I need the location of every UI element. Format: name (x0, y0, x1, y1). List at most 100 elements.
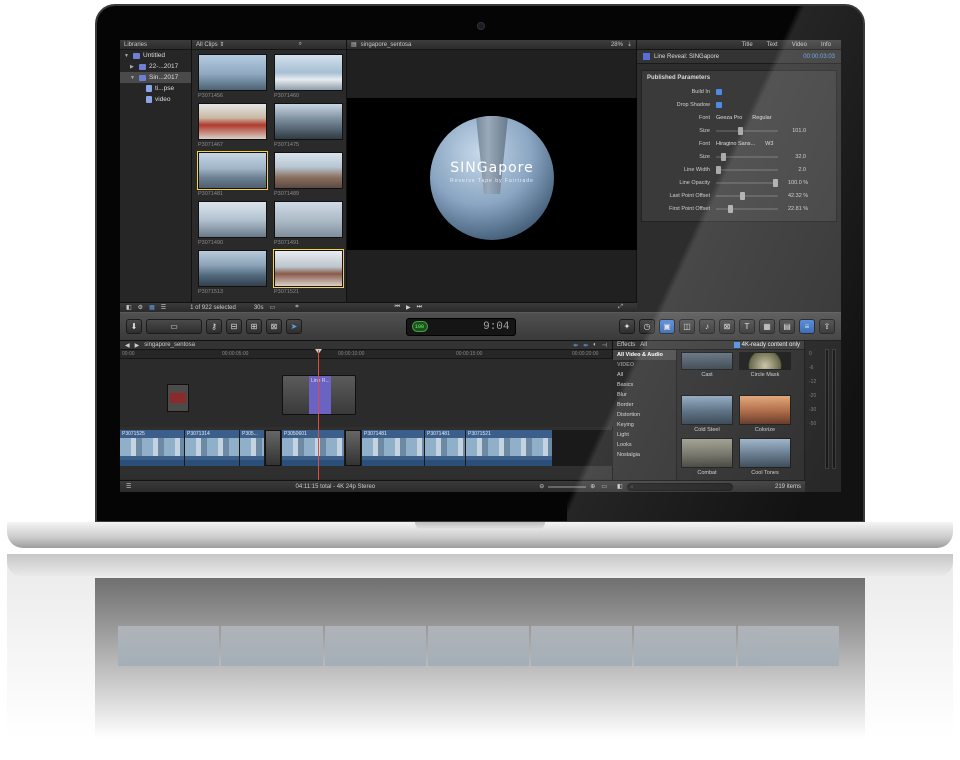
insert-button[interactable]: ⊞ (246, 319, 262, 334)
transform-icon[interactable]: ⌗ (295, 304, 298, 311)
font-style-select[interactable]: Regular (752, 115, 771, 121)
transitions-browser-button[interactable]: ⊠ (719, 319, 735, 334)
connect-button[interactable]: ⊟ (226, 319, 242, 334)
last-point-slider[interactable] (716, 191, 778, 200)
slider-knob[interactable] (773, 178, 778, 187)
param-value[interactable]: 42.32 % (788, 193, 808, 199)
play-icon[interactable]: ▶ (406, 304, 411, 311)
param-value[interactable]: 101.0 (788, 128, 806, 134)
param-value[interactable]: 32.0 (788, 154, 806, 160)
category-nostalgia[interactable]: Nostalgia (613, 450, 676, 460)
zoom-in-icon[interactable]: ⊕ (590, 483, 595, 490)
transition[interactable] (345, 430, 361, 466)
list-view-icon[interactable]: ☰ (161, 304, 166, 311)
skimming-icon[interactable]: ⇹ (573, 342, 578, 349)
font-family-select[interactable]: Hiragino Sans... (716, 141, 755, 147)
audio-skimming-icon[interactable]: ⇹ (583, 342, 588, 349)
clip-thumbnail[interactable]: P3071491 (274, 201, 343, 250)
storyline-clip[interactable]: P3071481 (362, 430, 424, 466)
tab-video[interactable]: Video (792, 42, 807, 48)
effects-scope-all[interactable]: All (640, 342, 647, 348)
category-border[interactable]: Border (613, 400, 676, 410)
clip-thumbnail[interactable]: P3071521 (273, 249, 344, 299)
transition[interactable] (265, 430, 281, 466)
effects-browser-button[interactable]: ▣ (659, 319, 675, 334)
next-frame-icon[interactable]: ⏭ (417, 304, 422, 311)
param-value[interactable]: 100.0 % (788, 180, 808, 186)
slider-knob[interactable] (721, 152, 726, 161)
slider-knob[interactable] (716, 165, 721, 174)
library-item-project[interactable]: ti...pse (120, 83, 191, 94)
category-looks[interactable]: Looks (613, 440, 676, 450)
clips-filter-menu[interactable]: All Clips ⇕ (196, 41, 224, 48)
zoom-slider[interactable] (548, 485, 587, 488)
filmstrip-view-icon[interactable]: ▦ (149, 304, 155, 311)
slider-knob[interactable] (740, 191, 745, 200)
slider-knob[interactable] (738, 126, 743, 135)
storyline-clip[interactable]: P3071314 (185, 430, 239, 466)
param-value[interactable]: 2.0 (788, 167, 806, 173)
effect-item[interactable]: Cast (681, 352, 733, 395)
edit-mode-button[interactable]: ▭ (146, 319, 202, 334)
category-all[interactable]: All (613, 370, 676, 380)
append-button[interactable]: ⊠ (266, 319, 282, 334)
storyline-clip[interactable]: P3071525 (120, 430, 184, 466)
line-opacity-slider[interactable] (716, 178, 778, 187)
fullscreen-icon[interactable]: ⤢ (618, 304, 623, 311)
drop-shadow-checkbox[interactable] (716, 101, 722, 108)
disclosure-open-icon[interactable]: ▼ (124, 53, 130, 59)
clip-thumbnail[interactable]: P3071467 (198, 103, 267, 152)
clip-thumbnail[interactable]: P3071489 (274, 152, 343, 201)
category-light[interactable]: Light (613, 430, 676, 440)
category-blur[interactable]: Blur (613, 390, 676, 400)
storyline-clip[interactable]: P305... (240, 430, 264, 466)
filter-icon[interactable]: ▭ (270, 304, 276, 311)
clip-thumbnail[interactable]: P3071490 (198, 201, 267, 250)
tab-title[interactable]: Title (742, 42, 753, 48)
select-tool-button[interactable]: ➤ (286, 319, 302, 334)
slider-knob[interactable] (728, 204, 733, 213)
previous-frame-icon[interactable]: ⏮ (395, 304, 400, 311)
sidebar-toggle-icon[interactable]: ◧ (617, 483, 623, 490)
photos-browser-button[interactable]: ◫ (679, 319, 695, 334)
zoom-menu[interactable]: 28% (611, 42, 623, 48)
fourk-filter[interactable]: 4K-ready content only (733, 342, 800, 348)
share-button[interactable]: ⇪ (819, 319, 835, 334)
category-all-video-audio[interactable]: All Video & Audio (613, 350, 676, 360)
library-item-untitled[interactable]: ▼ Untitled (120, 50, 191, 61)
effect-item[interactable]: Cold Steel (681, 395, 733, 438)
search-icon[interactable]: ⌕ (299, 41, 302, 48)
tab-info[interactable]: Info (821, 42, 831, 48)
dashboard-timecode[interactable]: 100 9:04 (405, 317, 516, 336)
title-clip[interactable]: Line R... (282, 375, 356, 415)
keyword-button[interactable]: ⚷ (206, 319, 222, 334)
effect-item[interactable]: Combat (681, 438, 733, 481)
inspector-toggle-button[interactable]: ≡ (799, 319, 815, 334)
category-distortion[interactable]: Distortion (613, 410, 676, 420)
snapping-icon[interactable]: ⊣ (602, 342, 607, 349)
first-point-slider[interactable] (716, 204, 778, 213)
library-item-project[interactable]: video (120, 94, 191, 105)
clip-thumbnail[interactable]: P3071460 (274, 54, 343, 103)
generators-browser-button[interactable]: ▦ (759, 319, 775, 334)
tab-text[interactable]: Text (767, 42, 778, 48)
effects-search-input[interactable]: ⌕ (626, 482, 733, 491)
effect-item[interactable]: Cool Tones (739, 438, 791, 481)
clip-thumbnail[interactable]: P3071481 (197, 151, 268, 201)
clip-thumbnail[interactable]: P3071475 (274, 103, 343, 152)
storyline-clip[interactable]: P3071521 (466, 430, 552, 466)
music-browser-button[interactable]: ♪ (699, 319, 715, 334)
param-value[interactable]: 22.81 % (788, 206, 808, 212)
sidebar-toggle-icon[interactable]: ◧ (126, 304, 132, 311)
clip-appearance-icon[interactable]: ▭ (601, 483, 607, 490)
clip-duration-label[interactable]: 30s (254, 305, 264, 311)
forward-arrow-icon[interactable]: ▶ (135, 342, 140, 349)
titles-browser-button[interactable]: T (739, 319, 755, 334)
timeline-body[interactable]: Line R... P3071525 P3071314 P305... P305… (120, 349, 613, 481)
disclosure-open-icon[interactable]: ▼ (130, 75, 136, 81)
effect-item[interactable]: Colorize (739, 395, 791, 438)
library-item-event-selected[interactable]: ▼ Sin...2017 (120, 72, 191, 83)
gear-icon[interactable]: ⚙ (138, 304, 143, 311)
view-options-icon[interactable]: ⇣ (627, 41, 632, 48)
back-arrow-icon[interactable]: ◀ (125, 342, 130, 349)
